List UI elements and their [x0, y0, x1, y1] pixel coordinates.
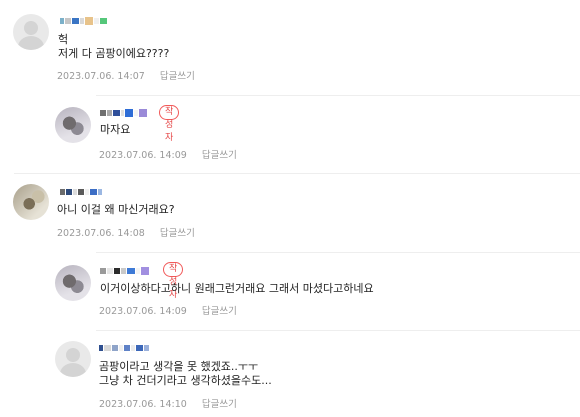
nickname-redacted[interactable] — [60, 187, 102, 197]
comment-text-line: 이거이상하다고하니 원래그런거래요 그래서 마셨다고하네요 — [100, 282, 374, 295]
comment-meta: 2023.07.06. 14:10 답글쓰기 — [99, 399, 237, 411]
reply-button[interactable]: 답글쓰기 — [202, 306, 237, 317]
comment-text: 마자요 — [100, 123, 130, 137]
comment-text-line: 마자요 — [100, 123, 131, 136]
comment-meta: 2023.07.06. 14:09 답글쓰기 — [99, 306, 237, 318]
comment-text: 헉 저게 다 곰팡이에요???? — [58, 33, 169, 61]
comment-date: 2023.07.06. 14:09 — [99, 150, 187, 161]
divider — [96, 330, 580, 331]
reply-button[interactable]: 답글쓰기 — [202, 399, 237, 410]
reply-button[interactable]: 답글쓰기 — [160, 228, 195, 239]
nickname-redacted[interactable] — [99, 343, 149, 353]
avatar[interactable] — [55, 107, 91, 143]
nickname-redacted[interactable] — [100, 108, 147, 118]
comment-date: 2023.07.06. 14:10 — [99, 399, 187, 410]
comment-text-line: 아니 이걸 왜 마신거래요? — [57, 203, 175, 216]
comment-date: 2023.07.06. 14:07 — [57, 71, 145, 82]
divider — [14, 173, 580, 174]
divider — [96, 252, 580, 253]
comment-text: 아니 이걸 왜 마신거래요? — [57, 203, 175, 217]
avatar[interactable] — [55, 265, 91, 301]
author-badge: 작성자 — [159, 105, 180, 143]
reply-button[interactable]: 답글쓰기 — [202, 150, 237, 161]
avatar[interactable] — [13, 184, 49, 220]
comment-meta: 2023.07.06. 14:07 답글쓰기 — [57, 71, 195, 83]
comment-date: 2023.07.06. 14:09 — [99, 306, 187, 317]
comment-date: 2023.07.06. 14:08 — [57, 228, 145, 239]
nickname-redacted[interactable] — [100, 266, 149, 276]
comment-text-line: 저게 다 곰팡이에요???? — [58, 47, 170, 60]
comment-meta: 2023.07.06. 14:09 답글쓰기 — [99, 150, 237, 162]
comment-meta: 2023.07.06. 14:08 답글쓰기 — [57, 228, 195, 240]
comment-text: 곰팡이라고 생각을 못 했겠죠..ㅜㅜ 그냥 차 건더기라고 생각하셨을수도..… — [99, 360, 272, 388]
avatar[interactable] — [55, 341, 91, 377]
avatar[interactable] — [13, 14, 49, 50]
author-badge: 작성자 — [163, 262, 184, 300]
comment-text-line: 곰팡이라고 생각을 못 했겠죠..ㅜㅜ — [99, 360, 259, 373]
divider — [96, 95, 580, 96]
comment-text: 이거이상하다고하니 원래그런거래요 그래서 마셨다고하네요 — [100, 282, 374, 296]
reply-button[interactable]: 답글쓰기 — [160, 71, 195, 82]
nickname-redacted[interactable] — [60, 16, 107, 26]
comment-text-line: 그냥 차 건더기라고 생각하셨을수도... — [99, 374, 272, 387]
comment-text-line: 헉 — [58, 33, 69, 46]
